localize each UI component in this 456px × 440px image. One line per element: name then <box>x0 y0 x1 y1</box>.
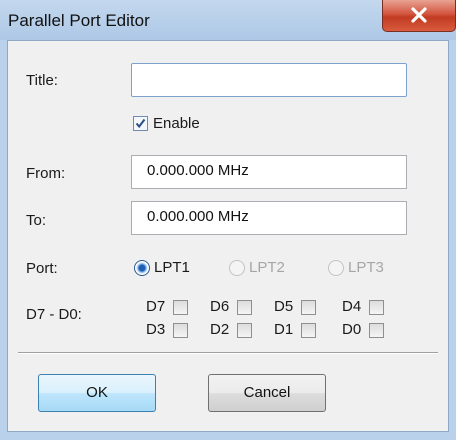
to-field[interactable]: 0.000.000 MHz <box>131 201 407 235</box>
bit-d7-label: D7 <box>146 298 166 315</box>
bit-d3-checkbox[interactable] <box>173 323 188 338</box>
bits-label: D7 - D0: <box>26 306 82 323</box>
title-label: Title: <box>26 72 58 89</box>
bit-d7-checkbox[interactable] <box>173 300 188 315</box>
port-radio-lpt3-label: LPT3 <box>348 259 384 276</box>
port-radio-lpt2[interactable] <box>229 260 245 276</box>
bit-d1-label: D1 <box>274 321 294 338</box>
bit-d4-checkbox[interactable] <box>369 300 384 315</box>
port-radio-lpt1[interactable] <box>134 260 150 276</box>
window-title: Parallel Port Editor <box>8 11 150 30</box>
bit-d6-label: D6 <box>210 298 230 315</box>
bit-d5-label: D5 <box>274 298 294 315</box>
ok-button[interactable]: OK <box>38 374 156 412</box>
port-label: Port: <box>26 260 58 277</box>
divider <box>18 352 438 354</box>
from-field[interactable]: 0.000.000 MHz <box>131 155 407 189</box>
close-button[interactable] <box>382 0 456 32</box>
dialog-window: Parallel Port Editor Title: Enable From:… <box>0 0 456 440</box>
close-icon <box>411 7 427 23</box>
title-bar[interactable]: Parallel Port Editor <box>0 0 456 40</box>
dialog-body: Title: Enable From: 0.000.000 MHz To: 0.… <box>7 40 449 432</box>
bit-d6-checkbox[interactable] <box>237 300 252 315</box>
bit-d2-label: D2 <box>210 321 230 338</box>
bit-d5-checkbox[interactable] <box>301 300 316 315</box>
title-input[interactable] <box>131 63 407 97</box>
enable-checkbox[interactable] <box>133 116 148 131</box>
cancel-button[interactable]: Cancel <box>208 374 326 412</box>
bit-d1-checkbox[interactable] <box>301 323 316 338</box>
checkmark-icon <box>135 118 146 129</box>
bit-d0-label: D0 <box>342 321 362 338</box>
enable-label: Enable <box>153 115 200 132</box>
bit-d2-checkbox[interactable] <box>237 323 252 338</box>
bit-d3-label: D3 <box>146 321 166 338</box>
bit-d0-checkbox[interactable] <box>369 323 384 338</box>
to-label: To: <box>26 212 47 229</box>
from-label: From: <box>26 165 66 182</box>
port-radio-lpt3[interactable] <box>328 260 344 276</box>
bit-d4-label: D4 <box>342 298 362 315</box>
port-radio-lpt1-label: LPT1 <box>154 259 190 276</box>
port-radio-lpt2-label: LPT2 <box>249 259 285 276</box>
